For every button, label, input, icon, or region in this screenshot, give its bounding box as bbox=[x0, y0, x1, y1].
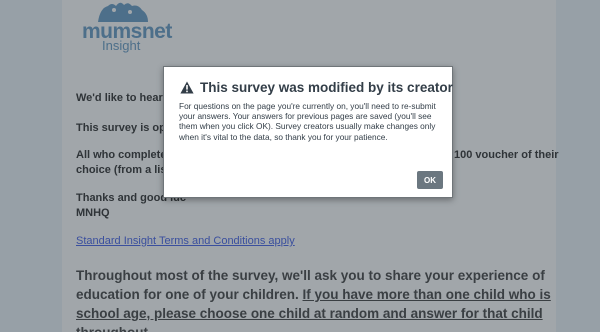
survey-modified-dialog: This survey was modified by its creator … bbox=[163, 66, 453, 198]
warning-icon bbox=[180, 81, 194, 94]
terms-link[interactable]: Standard Insight Terms and Conditions ap… bbox=[76, 235, 295, 247]
instruction-text: Throughout most of the survey, we'll ask… bbox=[76, 266, 556, 332]
dialog-message: For questions on the page you're current… bbox=[179, 101, 436, 142]
dialog-title: This survey was modified by its creator bbox=[200, 80, 453, 95]
voucher-text: 100 voucher of their bbox=[454, 149, 559, 161]
logo-subtitle: Insight bbox=[102, 38, 141, 53]
ok-button[interactable]: OK bbox=[417, 171, 443, 189]
mumsnet-insight-logo: mumsnet Insight bbox=[80, 0, 172, 55]
logo-people-icon bbox=[98, 2, 148, 22]
choice-text: choice (from a list). bbox=[76, 164, 177, 176]
dialog-header: This survey was modified by its creator bbox=[180, 80, 453, 98]
signature-text: MNHQ bbox=[76, 207, 110, 219]
